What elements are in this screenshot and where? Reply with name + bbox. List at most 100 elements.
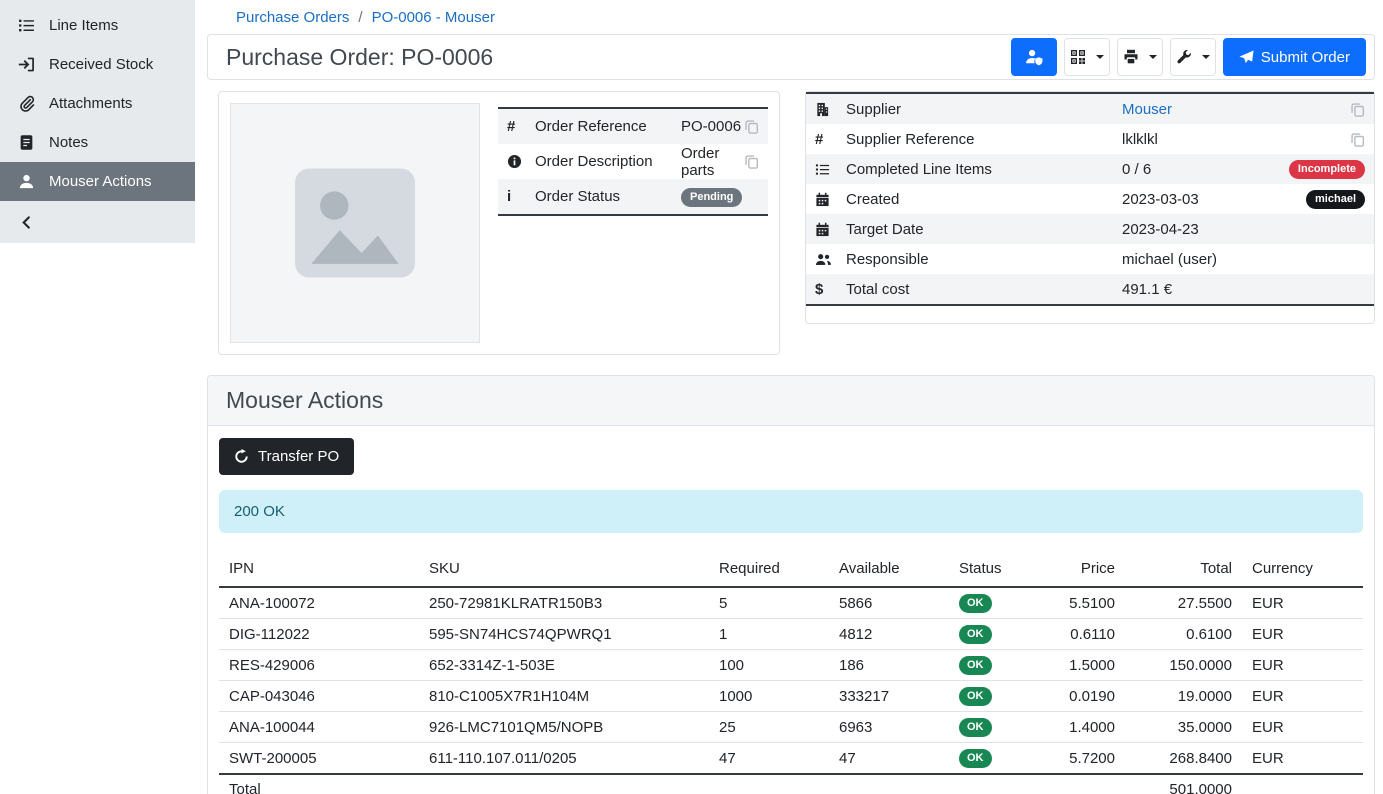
- info-circle-icon: [507, 154, 535, 169]
- table-row: RES-429006 652-3314Z-1-503E 100 186 OK 1…: [219, 650, 1363, 681]
- line-items-table: IPN SKU Required Available Status Price …: [219, 554, 1363, 794]
- sidebar-item-attachments[interactable]: Attachments: [0, 84, 195, 123]
- chevron-down-icon: [1096, 55, 1104, 59]
- breadcrumb-link-purchase-orders[interactable]: Purchase Orders: [236, 9, 349, 26]
- header-actions: Submit Order: [1011, 38, 1366, 76]
- cell-ipn: SWT-200005: [219, 743, 419, 775]
- detail-row-total-cost: $ Total cost 491.1 €: [806, 274, 1374, 304]
- table-row: ANA-100072 250-72981KLRATR150B3 5 5866 O…: [219, 587, 1363, 619]
- building-icon: [815, 102, 846, 117]
- submit-order-label: Submit Order: [1261, 49, 1350, 66]
- column-header-status: Status: [949, 554, 1040, 587]
- detail-row-supplier: Supplier Mouser: [806, 94, 1374, 124]
- column-header-total: Total: [1125, 554, 1242, 587]
- order-detail-table: # Order Reference PO-0006 Order Descript…: [498, 107, 768, 216]
- cell-sku: 611-110.107.011/0205: [419, 743, 709, 775]
- cell-ipn: ANA-100072: [219, 587, 419, 619]
- status-ok-badge: OK: [959, 687, 992, 706]
- sidebar-item-label: Notes: [49, 134, 88, 151]
- status-ok-badge: OK: [959, 718, 992, 737]
- cell-total: 35.0000: [1125, 712, 1242, 743]
- copy-icon[interactable]: [744, 154, 759, 169]
- status-ok-badge: OK: [959, 749, 992, 768]
- barcode-actions-button[interactable]: [1064, 38, 1110, 76]
- cell-currency: EUR: [1242, 619, 1363, 650]
- cell-currency: EUR: [1242, 712, 1363, 743]
- cell-available: 4812: [829, 619, 949, 650]
- paper-plane-icon: [1239, 50, 1254, 65]
- copy-icon[interactable]: [1350, 102, 1365, 117]
- detail-row-created: Created 2023-03-03 michael: [806, 184, 1374, 214]
- cell-total: 0.6100: [1125, 619, 1242, 650]
- detail-row-responsible: Responsible michael (user): [806, 244, 1374, 274]
- cell-available: 333217: [829, 681, 949, 712]
- detail-row-completed-line-items: Completed Line Items 0 / 6 Incomplete: [806, 154, 1374, 184]
- transfer-po-button[interactable]: Transfer PO: [219, 438, 354, 475]
- cell-sku: 250-72981KLRATR150B3: [419, 587, 709, 619]
- qr-code-icon: [1070, 49, 1086, 65]
- table-footer-row: Total 501.0000: [219, 774, 1363, 794]
- calendar-icon: [815, 222, 846, 237]
- info-icon: i: [507, 188, 535, 205]
- paperclip-icon: [16, 95, 36, 112]
- cell-required: 5: [709, 587, 829, 619]
- cell-sku: 810-C1005X7R1H104M: [419, 681, 709, 712]
- column-header-available: Available: [829, 554, 949, 587]
- detail-row-order-reference: # Order Reference PO-0006: [498, 109, 768, 144]
- printer-icon: [1123, 49, 1139, 65]
- sidebar-item-label: Mouser Actions: [49, 173, 152, 190]
- detail-row-order-status: i Order Status Pending: [498, 179, 768, 214]
- chevron-left-icon: [16, 215, 36, 230]
- cell-total: 27.5500: [1125, 587, 1242, 619]
- cell-sku: 652-3314Z-1-503E: [419, 650, 709, 681]
- sidebar-item-line-items[interactable]: Line Items: [0, 6, 195, 45]
- order-image-placeholder[interactable]: [230, 103, 480, 343]
- detail-row-supplier-reference: # Supplier Reference lklklkl: [806, 124, 1374, 154]
- cell-price: 1.5000: [1040, 650, 1125, 681]
- column-header-price: Price: [1040, 554, 1125, 587]
- status-ok-badge: OK: [959, 625, 992, 644]
- breadcrumb-separator: /: [358, 9, 362, 26]
- sidebar-item-notes[interactable]: Notes: [0, 123, 195, 162]
- sidebar: Line Items Received Stock Attachments No…: [0, 0, 195, 794]
- cell-required: 47: [709, 743, 829, 775]
- print-actions-button[interactable]: [1117, 38, 1163, 76]
- cell-currency: EUR: [1242, 743, 1363, 775]
- detail-row-target-date: Target Date 2023-04-23: [806, 214, 1374, 244]
- table-row: DIG-112022 595-SN74HCS74QPWRQ1 1 4812 OK…: [219, 619, 1363, 650]
- order-actions-button[interactable]: [1170, 38, 1216, 76]
- sidebar-item-received-stock[interactable]: Received Stock: [0, 45, 195, 84]
- chevron-down-icon: [1202, 55, 1210, 59]
- table-header-row: IPN SKU Required Available Status Price …: [219, 554, 1363, 587]
- supplier-link[interactable]: Mouser: [1122, 101, 1172, 118]
- list-icon: [16, 17, 36, 34]
- cell-ipn: CAP-043046: [219, 681, 419, 712]
- submit-order-button[interactable]: Submit Order: [1223, 38, 1366, 76]
- users-icon: [815, 252, 846, 267]
- page-title: Purchase Order: PO-0006: [226, 44, 493, 71]
- cell-sku: 595-SN74HCS74QPWRQ1: [419, 619, 709, 650]
- cell-required: 25: [709, 712, 829, 743]
- copy-icon[interactable]: [744, 119, 759, 134]
- cell-price: 5.7200: [1040, 743, 1125, 775]
- breadcrumb-link-current-order[interactable]: PO-0006 - Mouser: [372, 9, 495, 26]
- column-header-currency: Currency: [1242, 554, 1363, 587]
- sidebar-collapse-button[interactable]: [0, 201, 195, 243]
- order-details-section: # Order Reference PO-0006 Order Descript…: [218, 91, 1375, 355]
- cell-currency: EUR: [1242, 681, 1363, 712]
- supplier-detail-box: Supplier Mouser # Supplier Reference lkl…: [805, 91, 1375, 324]
- cell-price: 5.5100: [1040, 587, 1125, 619]
- status-ok-badge: OK: [959, 594, 992, 613]
- footer-total: 501.0000: [1125, 774, 1242, 794]
- mouser-actions-panel: Mouser Actions Transfer PO 200 OK: [207, 375, 1375, 794]
- user-icon: [16, 173, 36, 190]
- issue-order-button[interactable]: [1011, 38, 1057, 76]
- sidebar-item-mouser-actions[interactable]: Mouser Actions: [0, 162, 195, 201]
- app-window: Line Items Received Stock Attachments No…: [0, 0, 1383, 794]
- copy-icon[interactable]: [1350, 132, 1365, 147]
- order-detail-box: # Order Reference PO-0006 Order Descript…: [218, 91, 780, 355]
- clipboard-icon: [16, 134, 36, 151]
- table-row: ANA-100044 926-LMC7101QM5/NOPB 25 6963 O…: [219, 712, 1363, 743]
- main-content: Purchase Orders / PO-0006 - Mouser Purch…: [195, 0, 1383, 794]
- panel-body: Transfer PO 200 OK IPN SKU Required Avai…: [208, 426, 1374, 794]
